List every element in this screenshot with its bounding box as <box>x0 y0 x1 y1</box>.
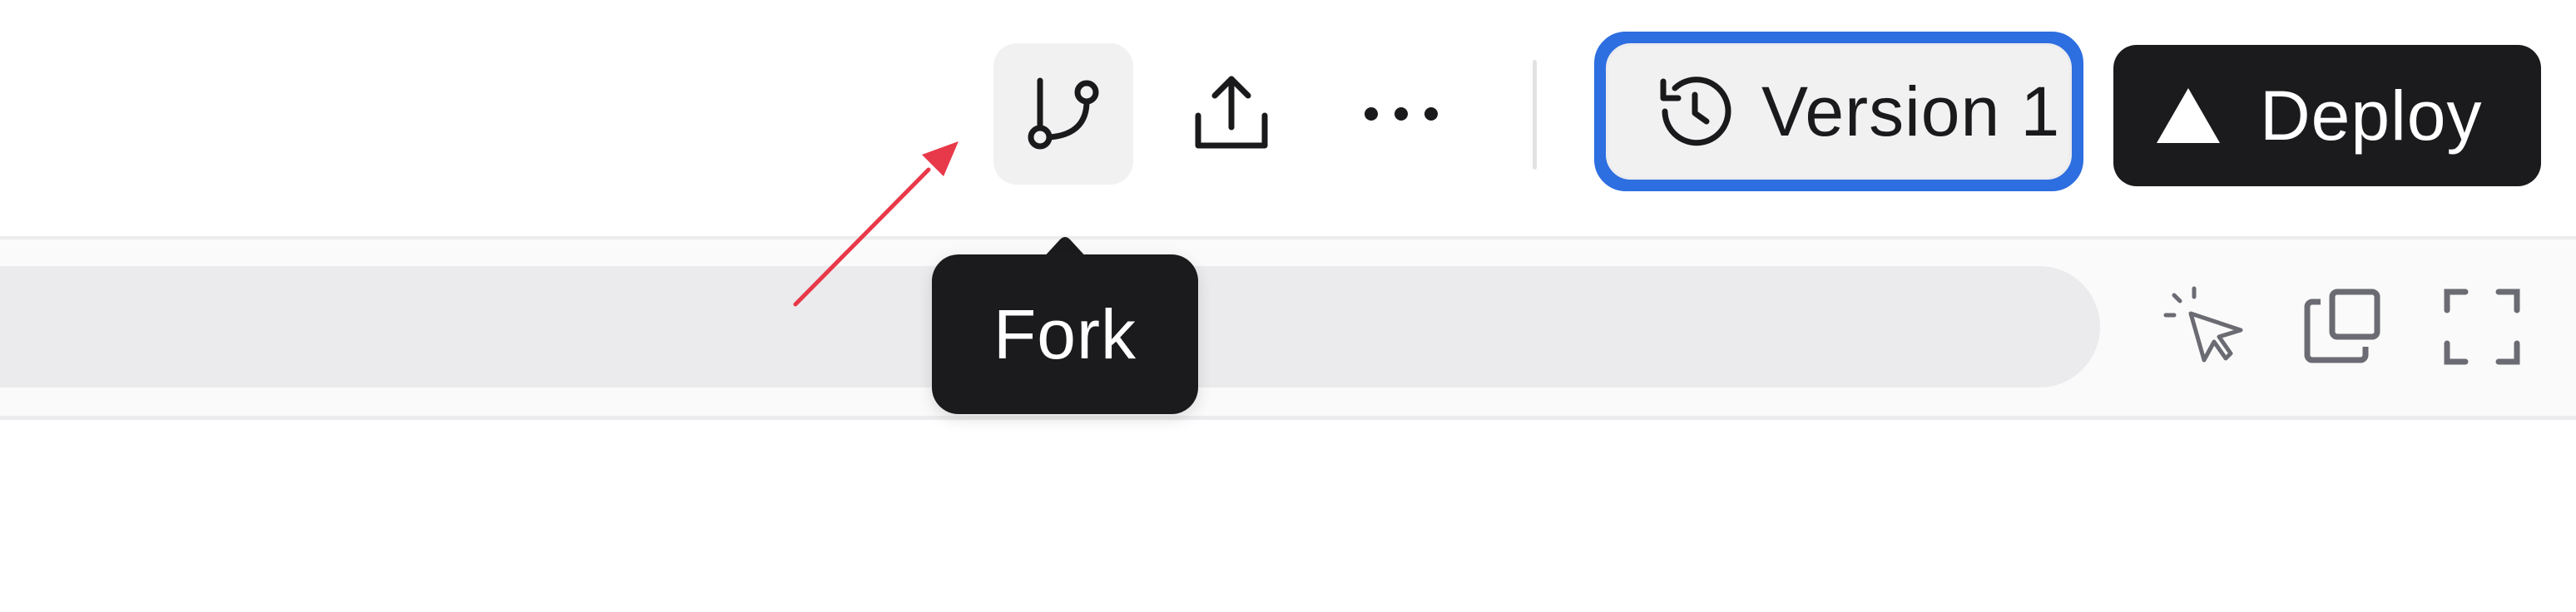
git-fork-icon <box>1028 77 1099 150</box>
more-horizontal-icon <box>1365 107 1438 121</box>
share-button[interactable] <box>1162 43 1301 185</box>
version-label: Version 1 <box>1761 72 2061 151</box>
upload-share-icon <box>1195 76 1268 149</box>
toolbar-divider <box>1533 60 1537 170</box>
top-toolbar: Version 1 Deploy <box>0 0 2576 239</box>
open-in-new-window-button[interactable] <box>2296 281 2388 373</box>
select-element-button[interactable] <box>2158 281 2250 373</box>
version-button[interactable]: Version 1 <box>1594 32 2083 191</box>
cursor-select-icon <box>2163 286 2243 363</box>
preview-bar <box>0 239 2576 420</box>
fullscreen-icon <box>2444 289 2520 365</box>
more-options-button[interactable] <box>1331 43 1471 185</box>
annotation-arrow <box>793 141 959 307</box>
fullscreen-button[interactable] <box>2436 281 2528 373</box>
fork-button[interactable] <box>993 43 1133 185</box>
deploy-button[interactable]: Deploy <box>2113 45 2541 186</box>
tooltip-label: Fork <box>993 295 1137 373</box>
popout-window-icon <box>2304 289 2380 363</box>
deploy-label: Deploy <box>2260 76 2483 155</box>
triangle-icon <box>2157 88 2220 143</box>
app-window: Version 1 Deploy Fork <box>0 0 2576 612</box>
version-button-inner: Version 1 <box>1606 43 2072 180</box>
history-clock-icon <box>1660 76 1731 146</box>
